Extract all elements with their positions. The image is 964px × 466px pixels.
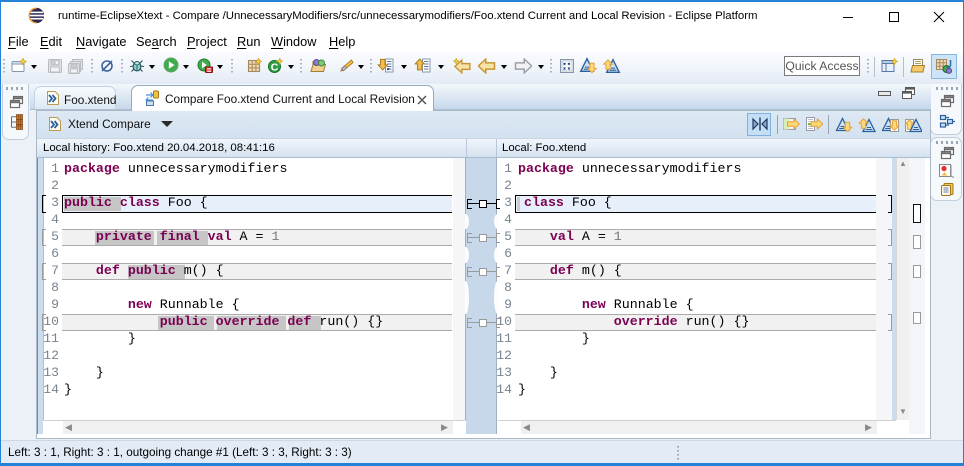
svg-text:C: C (271, 61, 279, 73)
